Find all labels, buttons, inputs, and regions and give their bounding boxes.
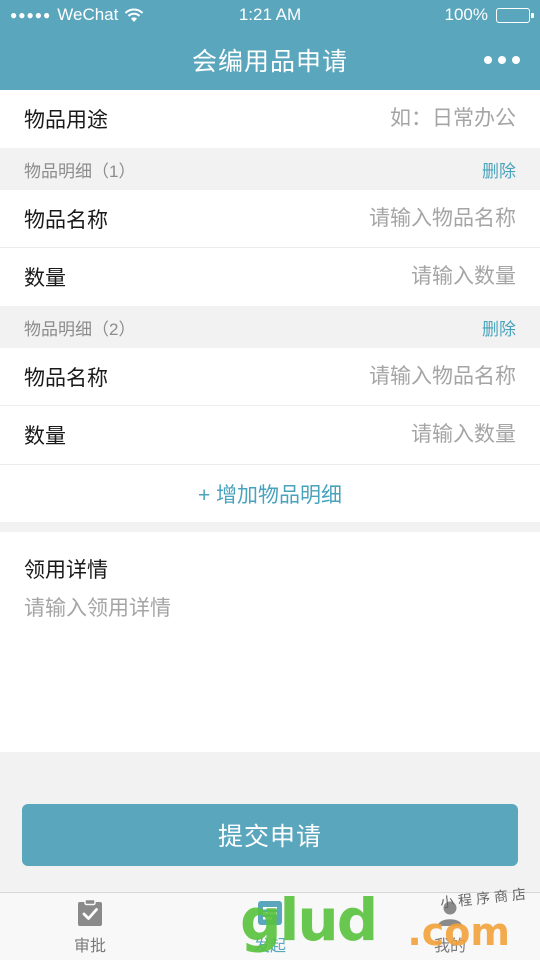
submit-wrapper: 提交申请 xyxy=(0,752,540,866)
page-title: 会编用品申请 xyxy=(191,48,348,76)
item-2-name-input[interactable] xyxy=(256,364,516,389)
tab-bar: 审批 发起 我的 xyxy=(0,892,540,960)
purpose-row: 物品用途 xyxy=(0,90,540,148)
tab-initiate-label: 发起 xyxy=(253,937,286,955)
item-2-delete-button[interactable]: 删除 xyxy=(482,315,516,340)
add-item-button[interactable]: + 增加物品明细 xyxy=(0,464,540,522)
divider xyxy=(0,522,540,532)
navigation-bar: 会编用品申请 xyxy=(0,30,540,90)
tab-approve-label: 审批 xyxy=(73,937,106,955)
status-right: 100% xyxy=(444,5,534,25)
item-2-qty-row: 数量 xyxy=(0,406,540,464)
battery-icon xyxy=(496,7,534,23)
item-1-title: 物品明细（1） xyxy=(24,161,136,181)
tab-initiate[interactable]: 发起 xyxy=(180,893,360,960)
tab-approve[interactable]: 审批 xyxy=(0,893,180,960)
tab-mine[interactable]: 我的 xyxy=(360,893,540,960)
detail-textarea[interactable] xyxy=(24,592,516,722)
user-icon xyxy=(438,901,462,926)
more-menu-button[interactable] xyxy=(484,50,520,70)
status-left: ●●●●● WeChat xyxy=(10,5,144,25)
item-1-qty-label: 数量 xyxy=(24,267,66,290)
wifi-icon xyxy=(125,8,144,22)
item-2-name-row: 物品名称 xyxy=(0,348,540,406)
form-list-icon xyxy=(258,900,282,925)
item-2-qty-input[interactable] xyxy=(256,423,516,447)
clipboard-check-icon xyxy=(78,898,102,926)
item-2-title: 物品明细（2） xyxy=(24,319,136,339)
detail-section: 领用详情 xyxy=(0,532,540,752)
detail-label: 领用详情 xyxy=(24,559,108,582)
purpose-label: 物品用途 xyxy=(24,109,108,132)
item-1-qty-input[interactable] xyxy=(256,265,516,289)
item-1-delete-button[interactable]: 删除 xyxy=(482,157,516,182)
carrier-name: WeChat xyxy=(57,5,119,24)
item-1-qty-row: 数量 xyxy=(0,248,540,306)
status-bar: ●●●●● WeChat 1:21 AM 100% xyxy=(0,0,540,30)
submit-button[interactable]: 提交申请 xyxy=(22,804,518,866)
item-1-name-row: 物品名称 xyxy=(0,190,540,248)
tab-mine-label: 我的 xyxy=(433,937,466,955)
item-1-name-label: 物品名称 xyxy=(24,208,108,232)
purpose-input[interactable] xyxy=(256,107,516,131)
item-1-header: 物品明细（1） 删除 xyxy=(0,148,540,190)
item-1-name-input[interactable] xyxy=(256,206,516,231)
battery-percent: 100% xyxy=(444,5,488,24)
more-dots-icon xyxy=(484,56,492,64)
signal-dots-icon: ●●●●● xyxy=(10,8,52,22)
item-2-name-label: 物品名称 xyxy=(24,366,108,390)
item-2-qty-label: 数量 xyxy=(24,425,66,448)
item-2-header: 物品明细（2） 删除 xyxy=(0,306,540,348)
